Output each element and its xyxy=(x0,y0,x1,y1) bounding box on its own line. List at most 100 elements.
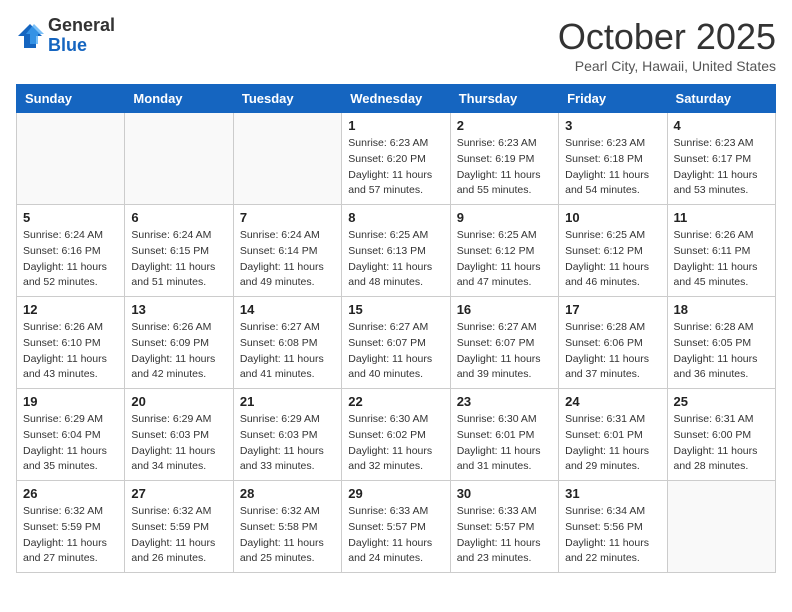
day-number: 15 xyxy=(348,302,443,317)
day-number: 5 xyxy=(23,210,118,225)
day-info: Sunrise: 6:23 AM Sunset: 6:18 PM Dayligh… xyxy=(565,136,660,199)
day-number: 22 xyxy=(348,394,443,409)
calendar-cell: 17Sunrise: 6:28 AM Sunset: 6:06 PM Dayli… xyxy=(559,297,667,389)
day-info: Sunrise: 6:31 AM Sunset: 6:00 PM Dayligh… xyxy=(674,412,769,475)
day-number: 24 xyxy=(565,394,660,409)
page-header: General Blue October 2025 Pearl City, Ha… xyxy=(16,16,776,74)
day-info: Sunrise: 6:30 AM Sunset: 6:02 PM Dayligh… xyxy=(348,412,443,475)
calendar-cell: 27 Sunrise: 6:32 AM Sunset: 5:59 PM Dayli… xyxy=(125,481,233,573)
day-info: Sunrise: 6:30 AM Sunset: 6:01 PM Dayligh… xyxy=(457,412,552,475)
calendar-cell: 13 Sunrise: 6:26 AM Sunset: 6:09 PM Dayli… xyxy=(125,297,233,389)
day-info: Sunrise: 6:32 AM Sunset: 5:59 PM Dayligh… xyxy=(131,504,226,567)
day-info: Sunrise: 6:25 AM Sunset: 6:13 PM Dayligh… xyxy=(348,228,443,291)
weekday-header-row: SundayMondayTuesdayWednesdayThursdayFrid… xyxy=(17,85,776,113)
day-info: Sunrise: 6:28 AM Sunset: 6:05 PM Dayligh… xyxy=(674,320,769,383)
calendar-cell: 18 Sunrise: 6:28 AM Sunset: 6:05 PM Dayli… xyxy=(667,297,775,389)
day-info: Sunrise: 6:34 AM Sunset: 5:56 PM Dayligh… xyxy=(565,504,660,567)
title-block: October 2025 Pearl City, Hawaii, United … xyxy=(558,16,776,74)
day-number: 14 xyxy=(240,302,335,317)
day-info: Sunrise: 6:24 AM Sunset: 6:14 PM Dayligh… xyxy=(240,228,335,291)
calendar-cell: 3 Sunrise: 6:23 AM Sunset: 6:18 PM Daylig… xyxy=(559,113,667,205)
calendar-cell xyxy=(125,113,233,205)
day-number: 23 xyxy=(457,394,552,409)
day-info: Sunrise: 6:26 AM Sunset: 6:09 PM Dayligh… xyxy=(131,320,226,383)
calendar-cell: 25 Sunrise: 6:31 AM Sunset: 6:00 PM Dayli… xyxy=(667,389,775,481)
calendar-table: SundayMondayTuesdayWednesdayThursdayFrid… xyxy=(16,84,776,573)
logo-text: General Blue xyxy=(48,16,115,56)
day-number: 9 xyxy=(457,210,552,225)
weekday-header-monday: Monday xyxy=(125,85,233,113)
calendar-cell: 29Sunrise: 6:33 AM Sunset: 5:57 PM Dayli… xyxy=(342,481,450,573)
day-info: Sunrise: 6:27 AM Sunset: 6:07 PM Dayligh… xyxy=(457,320,552,383)
calendar-cell: 14 Sunrise: 6:27 AM Sunset: 6:08 PM Dayli… xyxy=(233,297,341,389)
day-number: 10 xyxy=(565,210,660,225)
calendar-week-2: 5 Sunrise: 6:24 AM Sunset: 6:16 PM Daylig… xyxy=(17,205,776,297)
calendar-cell: 21 Sunrise: 6:29 AM Sunset: 6:03 PM Dayli… xyxy=(233,389,341,481)
day-number: 16 xyxy=(457,302,552,317)
day-info: Sunrise: 6:27 AM Sunset: 6:08 PM Dayligh… xyxy=(240,320,335,383)
calendar-cell: 15 Sunrise: 6:27 AM Sunset: 6:07 PM Dayli… xyxy=(342,297,450,389)
day-info: Sunrise: 6:31 AM Sunset: 6:01 PM Dayligh… xyxy=(565,412,660,475)
day-number: 3 xyxy=(565,118,660,133)
calendar-cell: 28 Sunrise: 6:32 AM Sunset: 5:58 PM Dayli… xyxy=(233,481,341,573)
day-number: 7 xyxy=(240,210,335,225)
day-number: 30 xyxy=(457,486,552,501)
calendar-cell: 10 Sunrise: 6:25 AM Sunset: 6:12 PM Dayli… xyxy=(559,205,667,297)
day-number: 18 xyxy=(674,302,769,317)
calendar-cell: 4 Sunrise: 6:23 AM Sunset: 6:17 PM Daylig… xyxy=(667,113,775,205)
calendar-cell: 12 Sunrise: 6:26 AM Sunset: 6:10 PM Dayli… xyxy=(17,297,125,389)
calendar-cell: 8 Sunrise: 6:25 AM Sunset: 6:13 PM Daylig… xyxy=(342,205,450,297)
day-info: Sunrise: 6:27 AM Sunset: 6:07 PM Dayligh… xyxy=(348,320,443,383)
logo: General Blue xyxy=(16,16,115,56)
day-info: Sunrise: 6:28 AM Sunset: 6:06 PM Dayligh… xyxy=(565,320,660,383)
calendar-cell: 22 Sunrise: 6:30 AM Sunset: 6:02 PM Dayli… xyxy=(342,389,450,481)
day-number: 21 xyxy=(240,394,335,409)
weekday-header-saturday: Saturday xyxy=(667,85,775,113)
day-info: Sunrise: 6:25 AM Sunset: 6:12 PM Dayligh… xyxy=(565,228,660,291)
weekday-header-sunday: Sunday xyxy=(17,85,125,113)
day-number: 11 xyxy=(674,210,769,225)
calendar-cell: 5 Sunrise: 6:24 AM Sunset: 6:16 PM Daylig… xyxy=(17,205,125,297)
day-number: 12 xyxy=(23,302,118,317)
day-info: Sunrise: 6:29 AM Sunset: 6:04 PM Dayligh… xyxy=(23,412,118,475)
weekday-header-thursday: Thursday xyxy=(450,85,558,113)
calendar-cell: 24 Sunrise: 6:31 AM Sunset: 6:01 PM Dayli… xyxy=(559,389,667,481)
day-number: 25 xyxy=(674,394,769,409)
calendar-cell: 30Sunrise: 6:33 AM Sunset: 5:57 PM Dayli… xyxy=(450,481,558,573)
day-info: Sunrise: 6:23 AM Sunset: 6:19 PM Dayligh… xyxy=(457,136,552,199)
calendar-cell: 9Sunrise: 6:25 AM Sunset: 6:12 PM Daylig… xyxy=(450,205,558,297)
calendar-week-4: 19 Sunrise: 6:29 AM Sunset: 6:04 PM Dayli… xyxy=(17,389,776,481)
day-number: 4 xyxy=(674,118,769,133)
calendar-cell: 20Sunrise: 6:29 AM Sunset: 6:03 PM Dayli… xyxy=(125,389,233,481)
logo-blue-label: Blue xyxy=(48,36,115,56)
calendar-week-1: 1 Sunrise: 6:23 AM Sunset: 6:20 PM Daylig… xyxy=(17,113,776,205)
calendar-cell: 11Sunrise: 6:26 AM Sunset: 6:11 PM Dayli… xyxy=(667,205,775,297)
day-number: 31 xyxy=(565,486,660,501)
calendar-cell: 2Sunrise: 6:23 AM Sunset: 6:19 PM Daylig… xyxy=(450,113,558,205)
logo-icon xyxy=(16,22,44,50)
day-number: 6 xyxy=(131,210,226,225)
day-number: 19 xyxy=(23,394,118,409)
day-info: Sunrise: 6:32 AM Sunset: 5:58 PM Dayligh… xyxy=(240,504,335,567)
calendar-cell: 1 Sunrise: 6:23 AM Sunset: 6:20 PM Daylig… xyxy=(342,113,450,205)
day-info: Sunrise: 6:23 AM Sunset: 6:17 PM Dayligh… xyxy=(674,136,769,199)
day-number: 8 xyxy=(348,210,443,225)
day-number: 27 xyxy=(131,486,226,501)
weekday-header-friday: Friday xyxy=(559,85,667,113)
day-info: Sunrise: 6:24 AM Sunset: 6:15 PM Dayligh… xyxy=(131,228,226,291)
calendar-cell: 19 Sunrise: 6:29 AM Sunset: 6:04 PM Dayli… xyxy=(17,389,125,481)
day-info: Sunrise: 6:29 AM Sunset: 6:03 PM Dayligh… xyxy=(240,412,335,475)
weekday-header-tuesday: Tuesday xyxy=(233,85,341,113)
calendar-cell: 16 Sunrise: 6:27 AM Sunset: 6:07 PM Dayli… xyxy=(450,297,558,389)
month-title: October 2025 xyxy=(558,16,776,58)
day-number: 13 xyxy=(131,302,226,317)
calendar-cell: 7 Sunrise: 6:24 AM Sunset: 6:14 PM Daylig… xyxy=(233,205,341,297)
day-info: Sunrise: 6:24 AM Sunset: 6:16 PM Dayligh… xyxy=(23,228,118,291)
calendar-cell xyxy=(17,113,125,205)
day-info: Sunrise: 6:26 AM Sunset: 6:10 PM Dayligh… xyxy=(23,320,118,383)
day-number: 28 xyxy=(240,486,335,501)
calendar-cell xyxy=(233,113,341,205)
calendar-cell: 26Sunrise: 6:32 AM Sunset: 5:59 PM Dayli… xyxy=(17,481,125,573)
day-info: Sunrise: 6:23 AM Sunset: 6:20 PM Dayligh… xyxy=(348,136,443,199)
day-number: 1 xyxy=(348,118,443,133)
